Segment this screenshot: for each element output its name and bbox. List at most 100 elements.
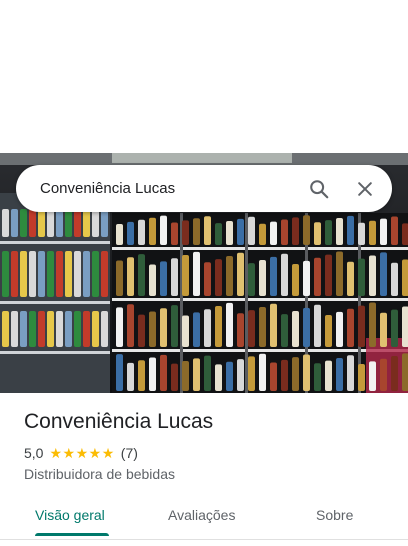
- can: [11, 311, 18, 347]
- can: [65, 311, 72, 347]
- bottle: [149, 264, 156, 296]
- can: [83, 251, 90, 297]
- bottle: [182, 315, 189, 347]
- bottle: [303, 354, 310, 391]
- can: [2, 251, 9, 297]
- bottle: [248, 310, 255, 347]
- bottle: [270, 256, 277, 296]
- bottle: [369, 255, 376, 296]
- bottle: [149, 311, 156, 347]
- can: [56, 311, 63, 347]
- star-rating: ★ ★ ★ ★ ★: [49, 446, 114, 460]
- bottle: [182, 360, 189, 391]
- can: [65, 209, 72, 237]
- bottle: [160, 261, 167, 296]
- bottle: [204, 309, 211, 347]
- bottle: [259, 306, 266, 347]
- divider: [0, 539, 408, 540]
- can: [101, 311, 108, 347]
- bottle: [347, 308, 354, 347]
- bottle: [171, 305, 178, 347]
- can: [92, 209, 99, 237]
- bottle: [303, 215, 310, 245]
- can: [29, 209, 36, 237]
- bottle: [325, 360, 332, 391]
- bottle: [270, 362, 277, 391]
- review-count[interactable]: (7): [121, 445, 138, 461]
- bottle: [149, 357, 156, 391]
- can: [20, 311, 27, 347]
- bottle: [226, 255, 233, 296]
- bottle: [336, 357, 343, 391]
- bottle: [270, 303, 277, 347]
- bottle: [369, 361, 376, 391]
- bottle: [226, 361, 233, 391]
- bottle: [215, 306, 222, 347]
- can: [47, 209, 54, 237]
- bottle: [402, 259, 408, 296]
- can: [38, 311, 45, 347]
- bottle: [325, 220, 332, 245]
- bottle: [380, 252, 387, 296]
- can: [2, 311, 9, 347]
- bottle: [281, 314, 288, 347]
- can: [29, 251, 36, 297]
- bottle: [248, 216, 255, 245]
- tab-about[interactable]: Sobre: [316, 507, 353, 523]
- bottle: [358, 305, 365, 347]
- search-query-text[interactable]: Conveniência Lucas: [40, 180, 304, 197]
- bottle: [127, 221, 134, 245]
- can: [11, 251, 18, 297]
- bottle: [391, 262, 398, 296]
- bottle: [237, 359, 244, 391]
- star-icon: ★: [49, 445, 63, 461]
- can: [92, 311, 99, 347]
- tab-reviews[interactable]: Avaliações: [168, 507, 235, 523]
- bottle: [215, 364, 222, 391]
- bottle: [402, 223, 408, 245]
- place-name: Conveniência Lucas: [24, 410, 214, 433]
- bottle: [314, 363, 321, 391]
- bottle: [325, 315, 332, 347]
- bottle: [226, 221, 233, 245]
- tab-overview[interactable]: Visão geral: [35, 507, 105, 523]
- bottle: [237, 313, 244, 347]
- search-icon[interactable]: [304, 174, 334, 204]
- rating-value: 5,0: [24, 445, 44, 461]
- bottle: [237, 252, 244, 296]
- bottle: [259, 353, 266, 391]
- can: [29, 311, 36, 347]
- bottle: [160, 215, 167, 245]
- can: [20, 209, 27, 237]
- bottle: [380, 218, 387, 245]
- bottle: [259, 223, 266, 245]
- bottle: [248, 263, 255, 296]
- bottle: [303, 307, 310, 347]
- can: [20, 251, 27, 297]
- rating-row[interactable]: 5,0 ★ ★ ★ ★ ★ (7): [24, 445, 138, 461]
- bottle: [358, 222, 365, 245]
- bottle: [116, 224, 123, 245]
- bottle: [336, 218, 343, 245]
- bottle: [215, 223, 222, 245]
- bottle: [138, 254, 145, 296]
- active-tab-indicator: [35, 533, 109, 536]
- bottle: [237, 218, 244, 245]
- bottle: [138, 360, 145, 391]
- bottle: [204, 216, 211, 245]
- can: [74, 209, 81, 237]
- bottle: [116, 354, 123, 391]
- bottle: [336, 311, 343, 347]
- bottle: [292, 217, 299, 245]
- bottle: [358, 364, 365, 391]
- search-bar[interactable]: Conveniência Lucas: [16, 165, 392, 212]
- can: [47, 311, 54, 347]
- bottle: [160, 354, 167, 391]
- bottle: [314, 222, 321, 245]
- close-icon[interactable]: [350, 174, 380, 204]
- bottle: [336, 251, 343, 296]
- star-icon: ★: [88, 445, 102, 461]
- can: [56, 209, 63, 237]
- bottle: [314, 257, 321, 296]
- can: [65, 251, 72, 297]
